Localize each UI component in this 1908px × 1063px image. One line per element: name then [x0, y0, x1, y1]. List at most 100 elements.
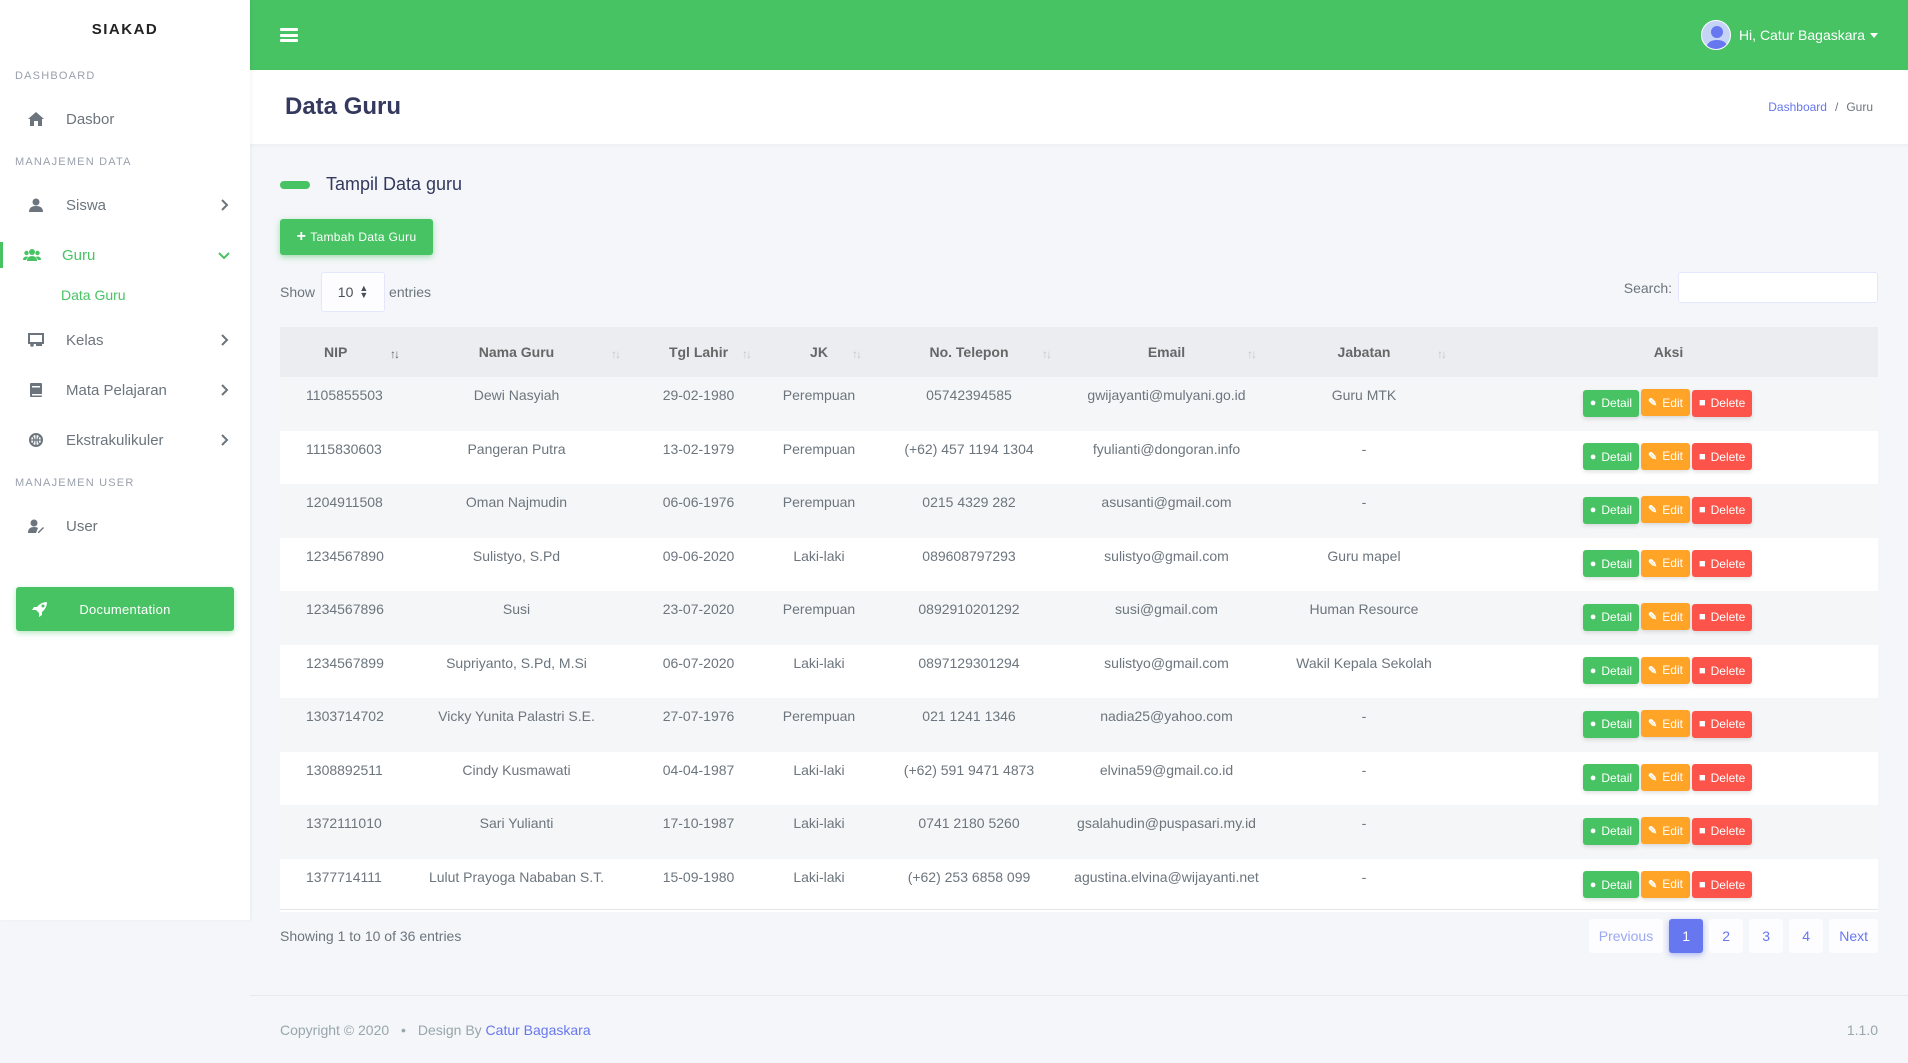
- edit-button[interactable]: ✎ Edit: [1641, 763, 1690, 791]
- detail-button[interactable]: ● Detail: [1582, 871, 1640, 898]
- delete-button[interactable]: ■ Delete: [1691, 550, 1753, 577]
- rocket-icon: [30, 601, 50, 617]
- breadcrumb-separator: /: [1834, 100, 1839, 114]
- entries-per-page-value: 10: [337, 284, 354, 300]
- detail-button[interactable]: ● Detail: [1582, 603, 1640, 631]
- edit-button[interactable]: ✎ Edit: [1641, 442, 1690, 470]
- breadcrumb-home-link[interactable]: Dashboard: [1768, 100, 1827, 114]
- delete-button[interactable]: ■ Delete: [1691, 389, 1753, 417]
- info-circle-icon: ●: [1589, 771, 1597, 784]
- info-circle-icon: ●: [1589, 718, 1597, 730]
- edit-button[interactable]: ✎ Edit: [1641, 389, 1690, 416]
- edit-button[interactable]: ✎ Edit: [1641, 496, 1690, 523]
- delete-button[interactable]: ■ Delete: [1691, 817, 1753, 845]
- column-header-no-telepon[interactable]: No. Telepon ↑↓: [874, 327, 1064, 377]
- pagination-page-3[interactable]: 3: [1749, 919, 1784, 953]
- info-circle-icon: ●: [1589, 664, 1597, 677]
- delete-label: Delete: [1710, 396, 1746, 410]
- detail-button[interactable]: ● Detail: [1582, 817, 1640, 845]
- sidebar-item-label: Dasbor: [66, 110, 115, 128]
- sidebar-item-dasbor[interactable]: Dasbor: [0, 94, 250, 144]
- sidebar-item-user[interactable]: User: [0, 501, 250, 551]
- entries-per-page-select[interactable]: 10 ▲ ▼: [321, 272, 386, 312]
- pagination-next[interactable]: Next: [1829, 919, 1878, 953]
- detail-label: Detail: [1601, 556, 1633, 571]
- edit-label: Edit: [1662, 609, 1683, 624]
- cell-nama-guru: Susi: [502, 601, 531, 617]
- cell-tgl-lahir: 04-04-1987: [662, 761, 735, 778]
- pagination: Previous 1 2 3 4 Next: [1583, 919, 1878, 953]
- search-label: Search:: [1623, 279, 1672, 296]
- user-dropdown[interactable]: Hi, Catur Bagaskara: [1700, 20, 1878, 50]
- info-circle-icon: ●: [1589, 397, 1597, 409]
- chevron-down-icon: [218, 252, 230, 260]
- cell-nama-guru: Dewi Nasyiah: [473, 387, 560, 403]
- column-header-jabatan[interactable]: Jabatan ↑↓: [1269, 327, 1459, 377]
- detail-button[interactable]: ● Detail: [1582, 443, 1640, 470]
- cell-no-telepon: 0741 2180 5260: [918, 815, 1020, 831]
- sort-asc-icon: ↑↓: [390, 347, 400, 361]
- show-label: Show: [280, 284, 316, 300]
- add-teacher-button[interactable]: + Tambah Data Guru: [280, 219, 433, 255]
- sidebar-item-mata-pelajaran[interactable]: Mata Pelajaran: [0, 365, 250, 415]
- column-header-tgl-lahir[interactable]: Tgl Lahir ↑↓: [633, 327, 764, 377]
- edit-button[interactable]: ✎ Edit: [1641, 817, 1690, 844]
- sidebar-item-guru[interactable]: Guru: [0, 230, 250, 280]
- brand-logo[interactable]: SIAKAD: [0, 0, 250, 58]
- documentation-button[interactable]: Documentation: [16, 587, 234, 631]
- trash-icon: ■: [1698, 450, 1706, 463]
- sidebar: SIAKAD DASHBOARD Dasbor MANAJEMEN DATA S…: [0, 0, 250, 920]
- sidebar-item-siswa[interactable]: Siswa: [0, 180, 250, 230]
- sidebar-item-label: Siswa: [66, 196, 107, 214]
- edit-label: Edit: [1662, 502, 1683, 517]
- column-header-nip[interactable]: NIP ↑↓: [280, 327, 400, 377]
- pagination-previous[interactable]: Previous: [1588, 919, 1664, 953]
- sidebar-subitem-data-guru[interactable]: Data Guru: [0, 280, 250, 310]
- detail-label: Detail: [1601, 610, 1633, 624]
- pagination-page-4[interactable]: 4: [1789, 919, 1824, 953]
- pagination-page-1[interactable]: 1: [1669, 919, 1704, 953]
- footer: Copyright © 2020 • Design By Catur Bagas…: [250, 995, 1908, 1063]
- delete-button[interactable]: ■ Delete: [1691, 443, 1753, 470]
- delete-button[interactable]: ■ Delete: [1691, 871, 1753, 898]
- detail-button[interactable]: ● Detail: [1582, 550, 1640, 577]
- table-search: Search:: [1624, 272, 1878, 303]
- edit-button[interactable]: ✎ Edit: [1641, 603, 1690, 630]
- menu-heading-dashboard: DASHBOARD: [15, 70, 96, 82]
- cell-email: gsalahudin@puspasari.my.id: [1077, 815, 1256, 831]
- edit-icon: ✎: [1648, 664, 1658, 677]
- delete-button[interactable]: ■ Delete: [1691, 710, 1753, 738]
- sidebar-item-kelas[interactable]: Kelas: [0, 315, 250, 365]
- page-title: Data Guru: [285, 93, 402, 120]
- edit-button[interactable]: ✎ Edit: [1641, 870, 1690, 898]
- sidebar-item-ekstrakulikuler[interactable]: Ekstrakulikuler: [0, 415, 250, 465]
- delete-button[interactable]: ■ Delete: [1691, 657, 1753, 684]
- column-header-nama-guru[interactable]: Nama Guru ↑↓: [400, 327, 633, 377]
- detail-button[interactable]: ● Detail: [1582, 657, 1640, 684]
- cell-nama-guru: Sulistyo, S.Pd: [472, 547, 561, 564]
- cell-jabatan: -: [1361, 708, 1367, 724]
- cell-jk: Perempuan: [782, 708, 856, 724]
- column-header-jk[interactable]: JK ↑↓: [764, 327, 874, 377]
- detail-button[interactable]: ● Detail: [1582, 764, 1640, 791]
- cell-email: susi@gmail.com: [1115, 601, 1218, 617]
- author-link[interactable]: Catur Bagaskara: [486, 1022, 591, 1038]
- cell-jk: Perempuan: [782, 440, 856, 457]
- chevron-right-icon: [221, 434, 229, 446]
- edit-button[interactable]: ✎ Edit: [1641, 710, 1690, 737]
- delete-button[interactable]: ■ Delete: [1691, 496, 1753, 524]
- info-circle-icon: ●: [1589, 450, 1597, 463]
- detail-button[interactable]: ● Detail: [1582, 496, 1640, 524]
- delete-label: Delete: [1710, 503, 1746, 517]
- delete-button[interactable]: ■ Delete: [1691, 764, 1753, 791]
- basketball-icon: [26, 430, 46, 450]
- pagination-page-2[interactable]: 2: [1709, 919, 1744, 953]
- menu-toggle-icon[interactable]: [280, 28, 298, 42]
- detail-button[interactable]: ● Detail: [1582, 710, 1640, 738]
- column-header-email[interactable]: Email ↑↓: [1064, 327, 1269, 377]
- edit-button[interactable]: ✎ Edit: [1641, 549, 1690, 577]
- detail-button[interactable]: ● Detail: [1582, 389, 1640, 417]
- search-input[interactable]: [1678, 272, 1878, 303]
- delete-button[interactable]: ■ Delete: [1691, 603, 1753, 631]
- edit-button[interactable]: ✎ Edit: [1641, 656, 1690, 684]
